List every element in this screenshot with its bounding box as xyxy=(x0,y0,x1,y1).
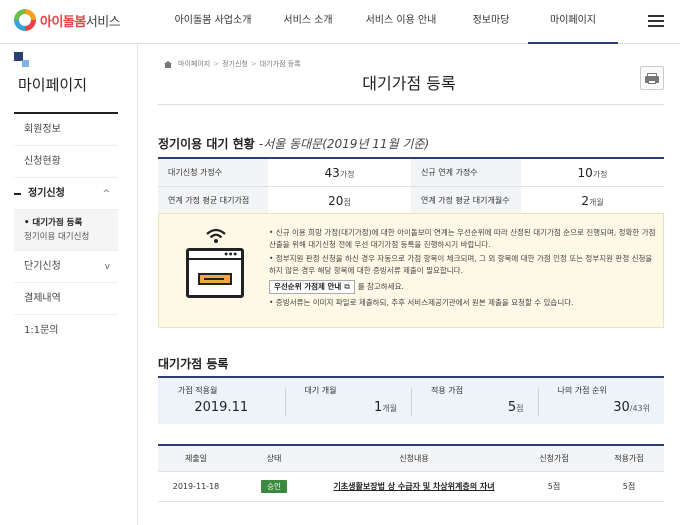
breadcrumb: 마이페이지 > 정기신청 > 대기가점 등록 xyxy=(164,59,301,69)
summary-value: 30/43위 xyxy=(613,400,650,415)
column-header: 제출일 xyxy=(158,445,234,472)
summary-value: 5점 xyxy=(507,400,524,415)
status-subtitle: -서울 동대문(2019년 11월 기준) xyxy=(258,137,430,151)
status-title: 정기이용 대기 현황 xyxy=(158,137,255,151)
sidebar-subitem-wait-apply[interactable]: 정기이용 대기신청 xyxy=(14,230,118,244)
notice-line: • 정부지원 판정 신청을 하신 경우 자동으로 가점 항목이 체크되며, 그 … xyxy=(269,254,653,275)
sidebar-item-application-status[interactable]: 신청현황 xyxy=(14,146,118,178)
granted-points: 5점 xyxy=(594,471,664,502)
nav-item-about[interactable]: 아이돌봄 사업소개 xyxy=(158,0,268,44)
logo-sub-text: 서비스 xyxy=(85,14,121,30)
stat-label: 연계 가정 평균 대기가점 xyxy=(158,187,268,214)
sidebar-item-member-info[interactable]: 회원정보 xyxy=(14,114,118,146)
browser-illustration: ●●● xyxy=(181,228,251,308)
sidebar-item-label: 정기신청 xyxy=(28,188,65,199)
summary-value: 1개월 xyxy=(373,400,397,415)
breadcrumb-item[interactable]: 마이페이지 xyxy=(178,59,210,69)
summary-cell: 적용 가점 5점 xyxy=(411,378,538,424)
summary-label: 적용 가점 xyxy=(431,386,463,395)
status-table: 대기신청 가정수 43가정 신규 연계 가정수 10가정 연계 가정 평균 대기… xyxy=(158,157,664,215)
column-header: 신청내용 xyxy=(314,445,514,472)
breadcrumb-item[interactable]: 정기신청 xyxy=(222,59,248,69)
logo[interactable]: 아이돌봄서비스 xyxy=(14,9,121,31)
print-button[interactable] xyxy=(640,66,664,90)
notice-text: • 신규 이용 희망 가정(대기가정)에 대한 아이돌보미 연계는 우선순위에 … xyxy=(269,227,659,311)
submit-date: 2019-11-18 xyxy=(158,471,234,502)
sidebar-subitem-points[interactable]: • 대기가점 등록 xyxy=(14,216,118,230)
squares-icon xyxy=(14,52,30,68)
main-nav: 아이돌봄 사업소개 서비스 소개 서비스 이용 안내 정보마당 마이페이지 xyxy=(158,0,618,44)
sidebar-item-payments[interactable]: 결제내역 xyxy=(14,283,118,315)
wifi-icon xyxy=(206,228,226,243)
stat-label: 신규 연계 가정수 xyxy=(411,159,521,186)
summary-label: 가점 적용월 xyxy=(178,386,218,395)
sidebar-submenu: • 대기가점 등록 정기이용 대기신청 xyxy=(14,210,118,251)
column-header: 신청가점 xyxy=(514,445,594,472)
external-link-icon: ⧉ xyxy=(344,282,350,291)
status-row: 대기신청 가정수 43가정 신규 연계 가정수 10가정 xyxy=(158,159,664,187)
hamburger-menu-icon[interactable] xyxy=(648,15,664,27)
summary-cell: 대기 개월 1개월 xyxy=(284,378,412,424)
stat-value: 10가정 xyxy=(577,166,608,180)
breadcrumb-item: 대기가점 등록 xyxy=(259,60,301,68)
stat-value: 20점 xyxy=(328,194,351,208)
logo-main-text: 아이돌봄 xyxy=(40,14,86,30)
nav-item-service[interactable]: 서비스 소개 xyxy=(268,0,348,44)
stat-value: 2개월 xyxy=(581,194,604,208)
status-badge: 승인 xyxy=(261,479,287,493)
browser-window-icon: ●●● xyxy=(186,248,244,298)
nav-item-mypage[interactable]: 마이페이지 xyxy=(528,0,618,44)
application-content-link[interactable]: 기초생활보장법 상 수급자 및 차상위계층의 자녀 xyxy=(333,482,494,491)
nav-item-info[interactable]: 정보마당 xyxy=(454,0,528,44)
column-header: 적용가점 xyxy=(594,445,664,472)
notice-line: • 증빙서류는 이미지 파일로 제출하되, 추후 서비스제공기관에서 원본 제출… xyxy=(269,298,574,307)
summary-label: 나의 가점 순위 xyxy=(557,386,607,395)
nav-item-guide[interactable]: 서비스 이용 안내 xyxy=(348,0,454,44)
table-row: 2019-11-18 승인 기초생활보장법 상 수급자 및 차상위계층의 자녀 … xyxy=(158,471,664,502)
stat-value: 43가정 xyxy=(324,166,355,180)
notice-line: • 신규 이용 희망 가정(대기가정)에 대한 아이돌보미 연계는 우선순위에 … xyxy=(269,228,656,249)
sidebar-item-inquiry[interactable]: 1:1문의 xyxy=(14,315,118,347)
home-icon[interactable] xyxy=(164,60,172,68)
sidebar-item-regular[interactable]: 정기신청 ^ xyxy=(14,178,118,210)
sidebar-title: 마이페이지 xyxy=(18,76,88,94)
registration-section-title: 대기가점 등록 xyxy=(158,357,229,371)
applied-points: 5점 xyxy=(514,471,594,502)
application-table: 제출일 상태 신청내용 신청가점 적용가점 2019-11-18 승인 기초생활… xyxy=(158,444,664,502)
divider xyxy=(158,104,664,105)
summary-cell: 나의 가점 순위 30/43위 xyxy=(537,378,665,424)
summary-label: 대기 개월 xyxy=(304,386,337,395)
chevron-up-icon: ^ xyxy=(102,189,110,199)
notice-line: 우선순위 가점제 안내 ⧉ 를 참고하세요. xyxy=(269,279,659,295)
status-section-title: 정기이용 대기 현황 -서울 동대문(2019년 11월 기준) xyxy=(158,135,429,152)
summary-cell: 가점 적용월 2019.11 xyxy=(158,378,285,424)
sidebar-item-short-term[interactable]: 단기신청 v xyxy=(14,251,118,283)
status-row: 연계 가정 평균 대기가점 20점 연계 가정 평균 대기개월수 2개월 xyxy=(158,187,664,215)
column-header: 상태 xyxy=(234,445,314,472)
sidebar-header: 마이페이지 xyxy=(14,52,118,114)
sidebar-menu: 회원정보 신청현황 정기신청 ^ • 대기가점 등록 정기이용 대기신청 단기신… xyxy=(14,114,118,347)
table-header-row: 제출일 상태 신청내용 신청가점 적용가점 xyxy=(158,445,664,472)
stat-label: 대기신청 가정수 xyxy=(158,159,268,186)
chevron-down-icon: v xyxy=(104,262,110,272)
notice-box: ●●● • 신규 이용 희망 가정(대기가정)에 대한 아이돌보미 연계는 우선… xyxy=(158,213,664,328)
registration-summary: 가점 적용월 2019.11 대기 개월 1개월 적용 가점 5점 나의 가점 … xyxy=(158,376,664,424)
sidebar: 마이페이지 회원정보 신청현황 정기신청 ^ • 대기가점 등록 정기이용 대기… xyxy=(0,44,138,525)
logo-text: 아이돌봄서비스 xyxy=(40,11,121,30)
top-header: 아이돌봄서비스 아이돌봄 사업소개 서비스 소개 서비스 이용 안내 정보마당 … xyxy=(0,0,680,44)
page-title: 대기가점 등록 xyxy=(362,74,456,93)
sidebar-item-label: 단기신청 xyxy=(24,261,61,272)
stat-label: 연계 가정 평균 대기개월수 xyxy=(411,187,521,214)
logo-icon xyxy=(14,9,36,31)
status-cell: 승인 xyxy=(234,471,314,502)
summary-value: 2019.11 xyxy=(194,400,249,415)
content-cell: 기초생활보장법 상 수급자 및 차상위계층의 자녀 xyxy=(314,471,514,502)
priority-guide-button[interactable]: 우선순위 가점제 안내 ⧉ xyxy=(269,280,355,294)
